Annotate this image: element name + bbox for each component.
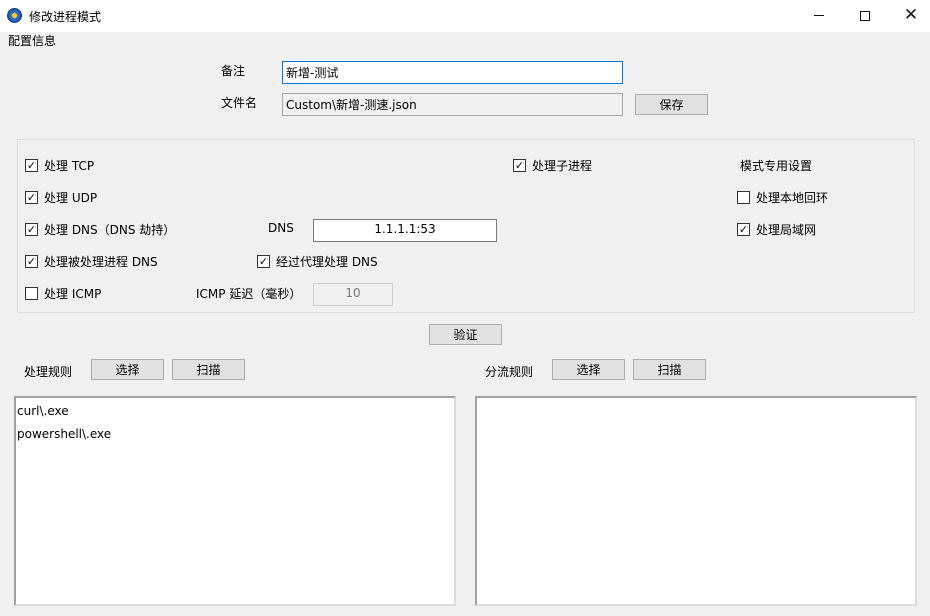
handle-udp-label: 处理 UDP [44,191,98,205]
handle-loopback-checkbox[interactable]: 处理本地回环 [737,189,828,206]
bypass-rules-list[interactable] [475,396,917,606]
close-icon: ✕ [903,5,919,25]
icmp-delay-label: ICMP 延迟（毫秒） [196,287,302,301]
checkbox-indicator [25,287,38,300]
list-item[interactable]: powershell\.exe [17,424,453,447]
handle-dns-label: 处理 DNS（DNS 劫持） [44,223,176,237]
handle-icmp-label: 处理 ICMP [44,287,102,301]
handle-loopback-label: 处理本地回环 [756,191,829,205]
maximize-button[interactable] [842,0,888,31]
bypass-rules-scan-button[interactable]: 扫描 [633,359,706,380]
filename-label: 文件名 [221,96,258,110]
icmp-delay-input[interactable]: 10 [313,283,393,306]
checkbox-indicator [737,191,750,204]
process-rules-label: 处理规则 [24,365,73,379]
minimize-icon [814,15,824,16]
handle-dns-checkbox[interactable]: ✓ 处理 DNS（DNS 劫持） [25,221,175,238]
process-rules-list[interactable]: curl\.exe powershell\.exe [14,396,456,606]
handle-tcp-checkbox[interactable]: ✓ 处理 TCP [25,157,94,174]
checkbox-indicator: ✓ [25,255,38,268]
handle-udp-checkbox[interactable]: ✓ 处理 UDP [25,189,97,206]
bypass-rules-label: 分流规则 [485,365,534,379]
handle-processed-dns-checkbox[interactable]: ✓ 处理被处理进程 DNS [25,253,158,270]
filename-field[interactable]: Custom\新增-测速.json [282,93,623,116]
mode-settings-heading: 模式专用设置 [740,159,813,173]
proxy-dns-label: 经过代理处理 DNS [276,255,378,269]
title-bar: 修改进程模式 ✕ [0,0,930,32]
process-rules-scan-button[interactable]: 扫描 [172,359,245,380]
verify-button[interactable]: 验证 [429,324,502,345]
app-icon [7,8,22,23]
save-button[interactable]: 保存 [635,94,708,115]
remark-label: 备注 [221,64,246,78]
checkbox-indicator: ✓ [257,255,270,268]
bypass-rules-select-button[interactable]: 选择 [552,359,625,380]
handle-child-process-checkbox[interactable]: ✓ 处理子进程 [513,157,592,174]
handle-tcp-label: 处理 TCP [44,159,95,173]
checkbox-indicator: ✓ [513,159,526,172]
handle-icmp-checkbox[interactable]: 处理 ICMP [25,285,101,302]
process-rules-select-button[interactable]: 选择 [91,359,164,380]
checkbox-indicator: ✓ [25,159,38,172]
handle-processed-dns-label: 处理被处理进程 DNS [44,255,158,269]
handle-lan-label: 处理局域网 [756,223,817,237]
handle-lan-checkbox[interactable]: ✓ 处理局域网 [737,221,816,238]
proxy-dns-checkbox[interactable]: ✓ 经过代理处理 DNS [257,253,378,270]
dns-label: DNS [268,221,294,235]
list-item[interactable]: curl\.exe [17,401,453,424]
window-title: 修改进程模式 [29,10,102,24]
handle-child-process-label: 处理子进程 [532,159,593,173]
checkbox-indicator: ✓ [25,191,38,204]
minimize-button[interactable] [796,0,842,31]
maximize-icon [860,10,870,21]
close-button[interactable]: ✕ [888,0,930,31]
checkbox-indicator: ✓ [25,223,38,236]
remark-input[interactable]: 新增-测试 [282,61,623,84]
config-section-heading: 配置信息 [8,34,57,48]
checkbox-indicator: ✓ [737,223,750,236]
dns-input[interactable]: 1.1.1.1:53 [313,219,497,242]
